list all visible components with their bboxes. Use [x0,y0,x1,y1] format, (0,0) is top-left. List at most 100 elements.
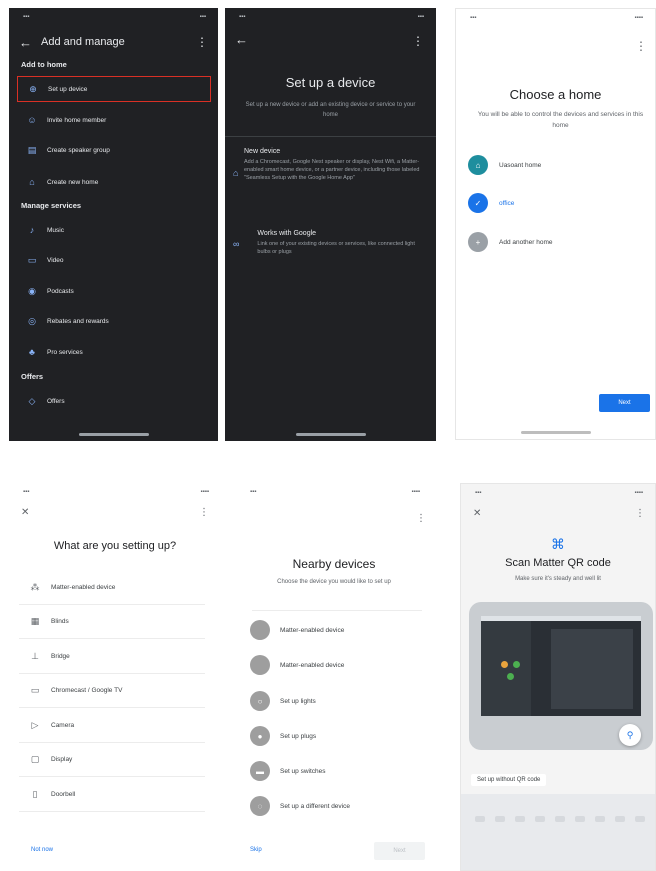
not-now-link[interactable]: Not now [31,847,53,853]
plus-icon: + [468,232,488,252]
list-item[interactable]: ▦ Blinds [19,605,205,639]
menu-item-label: Rebates and rewards [47,317,109,325]
video-icon: ▭ [27,254,37,265]
tag-icon: ◇ [28,395,36,406]
other-device-icon: ◌ [250,796,270,816]
more-vert-icon[interactable]: ⋮ [412,34,424,48]
next-button[interactable]: Next [374,842,425,860]
list-item-label: Bridge [51,653,70,660]
device-label: Set up lights [280,697,316,705]
menu-item-music[interactable]: ♪ Music [17,219,211,241]
section-add-to-home: Add to home [21,60,67,69]
gesture-bar [78,433,149,436]
nearby-device-item[interactable]: Matter-enabled device [250,655,344,675]
screen-add-and-manage: ▪▪▪ ▪▪▪ ← Add and manage ⋮ Add to home ⊕ … [9,8,218,441]
nearby-device-item[interactable]: ○ Set up lights [250,691,316,711]
more-vert-icon[interactable]: ⋮ [635,39,647,53]
menu-item-label: Pro services [47,348,83,356]
menu-item-rebates-and-rewards[interactable]: ◎ Rebates and rewards [17,310,211,332]
home-label: office [499,199,515,207]
add-another-home[interactable]: + Add another home [468,232,552,252]
blurred-background [461,794,655,870]
device-label: Matter-enabled device [280,626,345,634]
list-item[interactable]: ⊥ Bridge [19,640,205,674]
back-arrow-icon[interactable]: ← [19,35,41,50]
list-item-label: Doorbell [51,791,76,798]
device-icon [250,620,270,640]
menu-item-label: Podcasts [47,287,74,295]
light-icon: ○ [250,691,270,711]
speaker-group-icon: ▤ [27,144,37,155]
divider [225,136,436,137]
more-vert-icon[interactable]: ⋮ [416,513,426,524]
option-title: Works with Google [257,230,317,237]
nearby-device-item[interactable]: ▬ Set up switches [250,761,326,781]
option-works-with-google[interactable]: ∞ Works with Google Link one of your exi… [233,230,426,256]
rewards-icon: ◎ [28,315,36,326]
menu-item-label: Set up device [48,85,88,93]
page-title: Choose a home [509,87,602,102]
matter-icon: ⁂ [30,582,40,592]
menu-item-label: Offers [47,397,65,405]
more-vert-icon[interactable]: ⋮ [199,507,209,518]
list-item[interactable]: ▭ Chromecast / Google TV [19,674,205,708]
status-bar: ▪▪▪ ▪▪▪▪ [23,489,209,495]
set-up-without-qr-button[interactable]: Set up without QR code [471,774,547,786]
device-label: Set up a different device [280,802,350,810]
device-label: Set up switches [280,767,326,775]
skip-link[interactable]: Skip [250,847,262,853]
list-item[interactable]: ▯ Doorbell [19,778,205,812]
doorbell-icon: ▯ [32,789,38,799]
gesture-bar [520,431,591,434]
list-item-label: Matter-enabled device [51,584,116,591]
list-item-label: Chromecast / Google TV [51,687,123,694]
flashlight-icon[interactable]: ⚲ [619,724,641,746]
status-bar: ▪▪▪ ▪▪▪ [239,14,424,20]
divider [252,610,422,611]
option-description: Add a Chromecast, Google Nest speaker or… [244,159,420,181]
more-vert-icon[interactable]: ⋮ [196,35,208,49]
menu-item-create-new-home[interactable]: ⌂ Create new home [17,171,211,193]
menu-item-offers[interactable]: ◇ Offers [17,390,211,412]
close-icon[interactable]: ✕ [21,507,29,518]
menu-item-label: Create new home [47,178,99,186]
menu-item-label: Music [47,226,64,234]
option-new-device[interactable]: ⌂ New device Add a Chromecast, Google Ne… [233,148,426,182]
close-icon[interactable]: ✕ [473,508,481,519]
menu-item-podcasts[interactable]: ◉ Podcasts [17,280,211,302]
screen-set-up-a-device: ▪▪▪ ▪▪▪ ← ⋮ Set up a device Set up a new … [225,8,436,441]
list-item[interactable]: ▢ Display [19,743,205,777]
camera-preview-image [481,616,641,716]
more-vert-icon[interactable]: ⋮ [635,508,645,519]
menu-item-set-up-device[interactable]: ⊕ Set up device [17,76,211,102]
screen-scan-matter-qr: ▪▪▪ ▪▪▪▪ ✕ ⋮ ⌘ Scan Matter QR code Make s… [460,483,656,871]
back-arrow-icon[interactable]: ← [235,32,248,47]
podcast-icon: ◉ [28,285,36,296]
check-icon: ✓ [468,193,488,213]
gesture-bar [295,433,366,436]
home-option-office[interactable]: ✓ office [468,193,514,213]
menu-item-label: Create speaker group [47,146,110,154]
next-button[interactable]: Next [599,394,650,412]
nearby-device-item[interactable]: ● Set up plugs [250,726,316,746]
plug-icon: ● [250,726,270,746]
menu-item-invite-home-member[interactable]: ☺ Invite home member [17,109,211,131]
page-title: Set up a device [285,75,376,90]
home-option-1[interactable]: ⌂ Uasoant home [468,155,541,175]
page-subtitle: Choose the device you would like to set … [277,579,391,585]
list-item[interactable]: ▷ Camera [19,709,205,743]
option-title: New device [244,148,281,155]
list-item-label: Blinds [51,618,69,625]
status-bar: ▪▪▪ ▪▪▪ [23,14,206,20]
home-icon: ⌂ [468,155,488,175]
page-title: Scan Matter QR code [505,557,611,569]
nearby-device-item[interactable]: ◌ Set up a different device [250,796,350,816]
device-label: Set up plugs [280,732,317,740]
nearby-device-item[interactable]: Matter-enabled device [250,620,344,640]
camera-viewfinder: ⚲ [469,602,653,750]
menu-item-pro-services[interactable]: ♣ Pro services [17,341,211,363]
page-title: Nearby devices [292,557,376,571]
list-item[interactable]: ⁂ Matter-enabled device [19,571,205,605]
menu-item-video[interactable]: ▭ Video [17,249,211,271]
menu-item-create-speaker-group[interactable]: ▤ Create speaker group [17,139,211,161]
